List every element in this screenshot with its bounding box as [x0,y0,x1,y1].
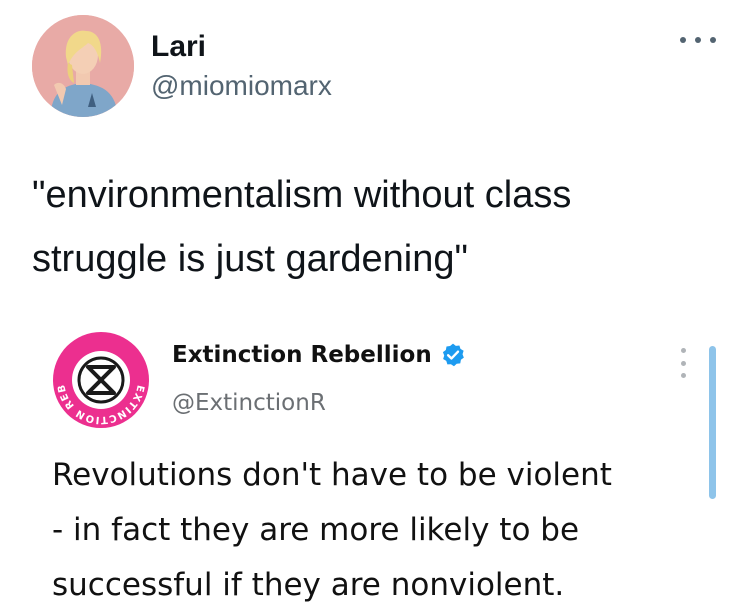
quoted-author-handle[interactable]: @ExtinctionR [172,390,326,416]
quoted-more-options-button[interactable] [679,348,687,378]
quoted-author-name[interactable]: Extinction Rebellion [172,342,432,368]
quoted-author-name-row[interactable]: Extinction Rebellion [172,342,466,368]
avatar-illustration [32,15,134,117]
more-vertical-icon [680,348,686,353]
avatar[interactable] [32,15,134,117]
xr-logo-icon: EXTINCTION REBELLION GLOBAL [47,323,149,428]
extinction-rebellion-logo[interactable]: EXTINCTION REBELLION GLOBAL [47,323,150,429]
quoted-tweet-text: Revolutions don't have to be violent - i… [52,457,612,603]
author-handle[interactable]: @miomiomarx [151,70,332,102]
author-name[interactable]: Lari [151,30,206,64]
scrollbar[interactable] [709,346,716,499]
tweet-text: "environmentalism without class struggle… [32,174,572,280]
more-horizontal-icon [680,37,686,43]
more-options-button[interactable] [680,30,716,50]
verified-badge-icon [442,343,464,367]
